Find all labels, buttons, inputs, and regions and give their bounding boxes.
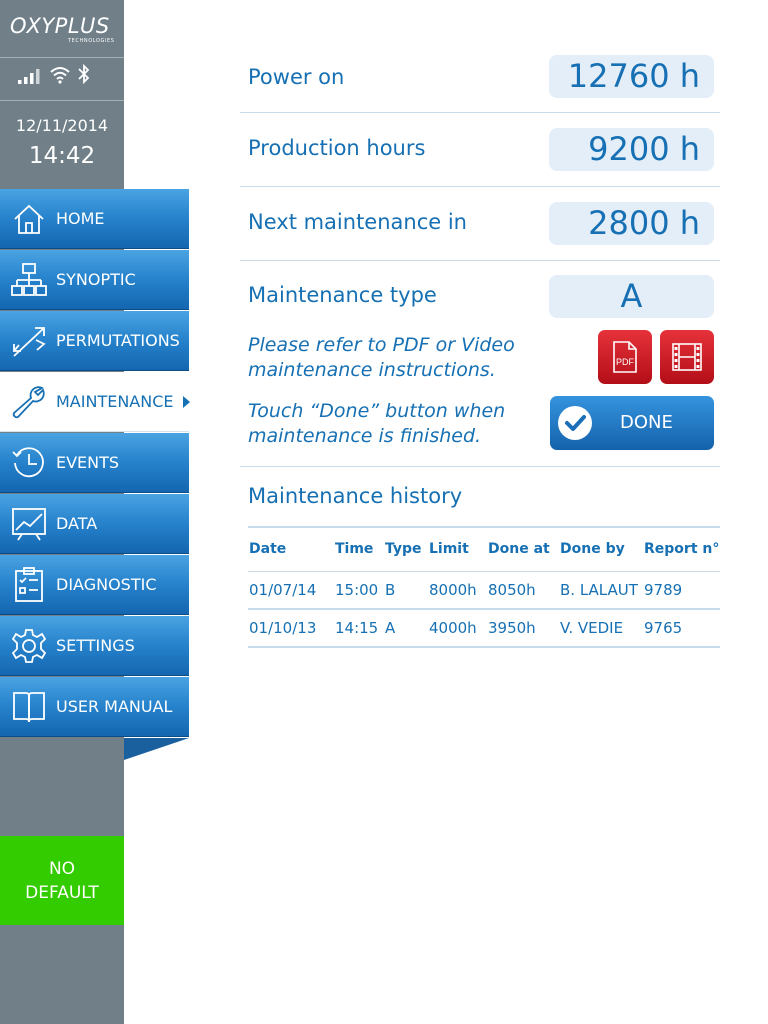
table-cell: 15:00 [334, 571, 384, 610]
nav-label: DIAGNOSTIC [56, 575, 157, 594]
table-row: 01/07/14 15:00 B 8000h 8050h B. LALAUT 9… [248, 571, 720, 610]
nav-item-data[interactable]: DATA [0, 494, 189, 554]
active-indicator-icon [183, 396, 190, 408]
nav-item-home[interactable]: HOME [0, 189, 189, 249]
production-hours-label: Production hours [248, 136, 426, 160]
column-header: Type [384, 526, 428, 572]
signal-icon [18, 68, 42, 88]
history-title: Maintenance history [248, 484, 463, 508]
nav-label: SETTINGS [56, 636, 135, 655]
clock-icon [0, 433, 56, 493]
wifi-icon [50, 66, 70, 88]
book-icon [0, 677, 56, 737]
table-cell: A [384, 609, 428, 648]
chart-icon [0, 494, 56, 554]
table-cell: B. LALAUT [559, 571, 643, 610]
production-hours-value: 9200 h [549, 128, 714, 171]
nav-label: DATA [56, 514, 98, 533]
table-cell: 4000h [428, 609, 487, 648]
column-header: Done at [487, 526, 559, 572]
nav-item-settings[interactable]: SETTINGS [0, 616, 189, 676]
nav-label: MAINTENANCE [56, 392, 174, 411]
nav-fold-shadow [124, 738, 189, 760]
table-cell: 14:15 [334, 609, 384, 648]
status-bar [18, 63, 90, 88]
brand-logo: OXYPLUS TECHNOLOGIES [10, 14, 116, 46]
column-header: Limit [428, 526, 487, 572]
table-cell: 8050h [487, 571, 559, 610]
table-cell: 01/07/14 [248, 571, 334, 610]
maintenance-type-value: A [549, 275, 714, 318]
instructions-note: Please refer to PDF or Video maintenance… [248, 334, 515, 381]
brand-name: OXYPLUS [10, 14, 110, 38]
next-maintenance-row: Next maintenance in 2800 h [240, 187, 720, 261]
table-cell: B [384, 571, 428, 610]
table-cell: 3950h [487, 609, 559, 648]
next-maintenance-value: 2800 h [549, 202, 714, 245]
table-cell: V. VEDIE [559, 609, 643, 648]
nav-item-diagnostic[interactable]: DIAGNOSTIC [0, 555, 189, 615]
table-row: 01/10/13 14:15 A 4000h 3950h V. VEDIE 97… [248, 609, 720, 648]
status-line-2: DEFAULT [25, 882, 99, 903]
sidebar-divider [0, 57, 124, 58]
pdf-button[interactable]: PDF [598, 330, 652, 384]
column-header: Date [248, 526, 334, 572]
sidebar-divider [0, 100, 124, 101]
film-icon [672, 343, 702, 371]
done-button[interactable]: DONE [550, 396, 714, 450]
status-badge: NO DEFAULT [0, 836, 124, 925]
maintenance-type-label: Maintenance type [248, 283, 437, 307]
checklist-icon [0, 555, 56, 615]
current-time: 14:42 [28, 143, 96, 169]
brand-subtitle: TECHNOLOGIES [68, 38, 115, 44]
synoptic-icon [0, 250, 56, 310]
table-header-row: Date Time Type Limit Done at Done by Rep… [248, 526, 720, 572]
pdf-icon-label: PDF [616, 357, 635, 367]
gear-icon [0, 616, 56, 676]
nav-label: USER MANUAL [56, 697, 173, 716]
nav-item-user-manual[interactable]: USER MANUAL [0, 677, 189, 737]
nav-label: SYNOPTIC [56, 270, 136, 289]
status-line-1: NO [48, 858, 76, 879]
table-cell: 9789 [643, 571, 720, 610]
nav-item-events[interactable]: EVENTS [0, 433, 189, 493]
nav-label: HOME [56, 209, 105, 228]
check-icon [558, 406, 592, 440]
home-icon [0, 189, 56, 249]
column-header: Report n° [643, 526, 720, 572]
nav-item-maintenance[interactable]: MAINTENANCE [0, 372, 190, 432]
power-on-row: Power on 12760 h [240, 45, 720, 113]
production-hours-row: Production hours 9200 h [240, 113, 720, 187]
column-header: Time [334, 526, 384, 572]
column-header: Done by [559, 526, 643, 572]
maintenance-history-table: Date Time Type Limit Done at Done by Rep… [248, 526, 720, 648]
nav-label: PERMUTATIONS [56, 331, 180, 350]
permutations-icon [0, 311, 56, 371]
done-button-label: DONE [620, 412, 673, 433]
table-cell: 01/10/13 [248, 609, 334, 648]
table-cell: 8000h [428, 571, 487, 610]
pdf-icon: PDF [613, 341, 637, 373]
maintenance-panel: Power on 12760 h Production hours 9200 h… [240, 0, 720, 1024]
bluetooth-icon [78, 63, 90, 88]
table-cell: 9765 [643, 609, 720, 648]
next-maintenance-label: Next maintenance in [248, 210, 467, 234]
current-date: 12/11/2014 [15, 116, 109, 135]
wrench-icon [0, 372, 56, 432]
nav-item-synoptic[interactable]: SYNOPTIC [0, 250, 189, 310]
power-on-value: 12760 h [549, 55, 714, 98]
nav-item-permutations[interactable]: PERMUTATIONS [0, 311, 189, 371]
video-button[interactable] [660, 330, 714, 384]
nav-label: EVENTS [56, 453, 120, 472]
done-instructions-note: Touch “Done” button when maintenance is … [248, 400, 506, 447]
power-on-label: Power on [248, 65, 345, 89]
